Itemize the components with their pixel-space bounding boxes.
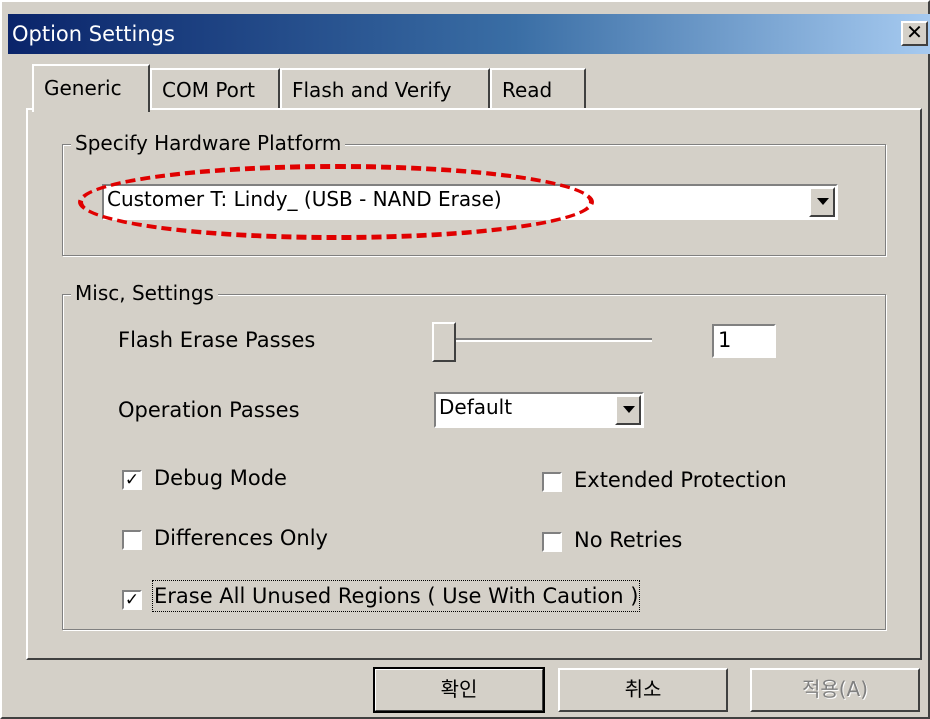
- no-retries-label[interactable]: No Retries: [574, 526, 682, 554]
- hardware-platform-legend: Specify Hardware Platform: [71, 129, 346, 157]
- misc-settings-legend: Misc, Settings: [71, 279, 218, 307]
- tab-generic-label: Generic: [44, 76, 122, 100]
- apply-button[interactable]: 적용(A): [750, 668, 920, 712]
- hardware-platform-select[interactable]: Customer T: Lindy_ (USB - NAND Erase): [102, 184, 838, 220]
- ok-button[interactable]: 확인: [373, 667, 545, 713]
- operation-passes-select[interactable]: Default: [434, 392, 644, 428]
- close-icon[interactable]: ✕: [901, 21, 928, 46]
- window-title: Option Settings: [12, 22, 175, 46]
- tab-flash-and-verify-label: Flash and Verify: [292, 78, 452, 102]
- extended-protection-label[interactable]: Extended Protection: [574, 466, 787, 494]
- operation-passes-value: Default: [439, 395, 513, 419]
- chevron-down-icon[interactable]: [809, 187, 835, 217]
- tab-generic[interactable]: Generic: [32, 64, 150, 112]
- tab-com-port[interactable]: COM Port: [150, 68, 280, 110]
- differences-only-checkbox[interactable]: [122, 530, 142, 550]
- chevron-down-icon[interactable]: [615, 395, 641, 425]
- tab-read-label: Read: [502, 78, 553, 102]
- debug-mode-checkbox[interactable]: ✓: [122, 470, 142, 490]
- flash-erase-passes-value: 1: [718, 328, 732, 352]
- operation-passes-label: Operation Passes: [118, 398, 300, 422]
- checkmark-icon: ✓: [124, 470, 140, 490]
- checkmark-icon: ✓: [124, 590, 140, 610]
- cancel-button[interactable]: 취소: [558, 668, 728, 712]
- flash-erase-passes-slider-track[interactable]: [442, 338, 652, 342]
- debug-mode-label[interactable]: Debug Mode: [154, 464, 287, 492]
- title-bar[interactable]: Option Settings ✕: [8, 14, 930, 54]
- flash-erase-passes-slider-thumb[interactable]: [432, 322, 456, 362]
- erase-all-unused-checkbox[interactable]: ✓: [122, 590, 142, 610]
- erase-all-unused-label[interactable]: Erase All Unused Regions ( Use With Caut…: [151, 580, 641, 612]
- tab-com-port-label: COM Port: [162, 78, 255, 102]
- differences-only-label[interactable]: Differences Only: [154, 524, 328, 552]
- tab-read[interactable]: Read: [490, 68, 586, 110]
- option-settings-dialog: Option Settings ✕ Generic COM Port Flash…: [0, 0, 930, 719]
- flash-erase-passes-label: Flash Erase Passes: [118, 328, 316, 352]
- no-retries-checkbox[interactable]: [542, 532, 562, 552]
- hardware-platform-value: Customer T: Lindy_ (USB - NAND Erase): [107, 187, 502, 211]
- flash-erase-passes-field[interactable]: 1: [712, 324, 776, 358]
- tab-flash-and-verify[interactable]: Flash and Verify: [280, 68, 490, 110]
- extended-protection-checkbox[interactable]: [542, 472, 562, 492]
